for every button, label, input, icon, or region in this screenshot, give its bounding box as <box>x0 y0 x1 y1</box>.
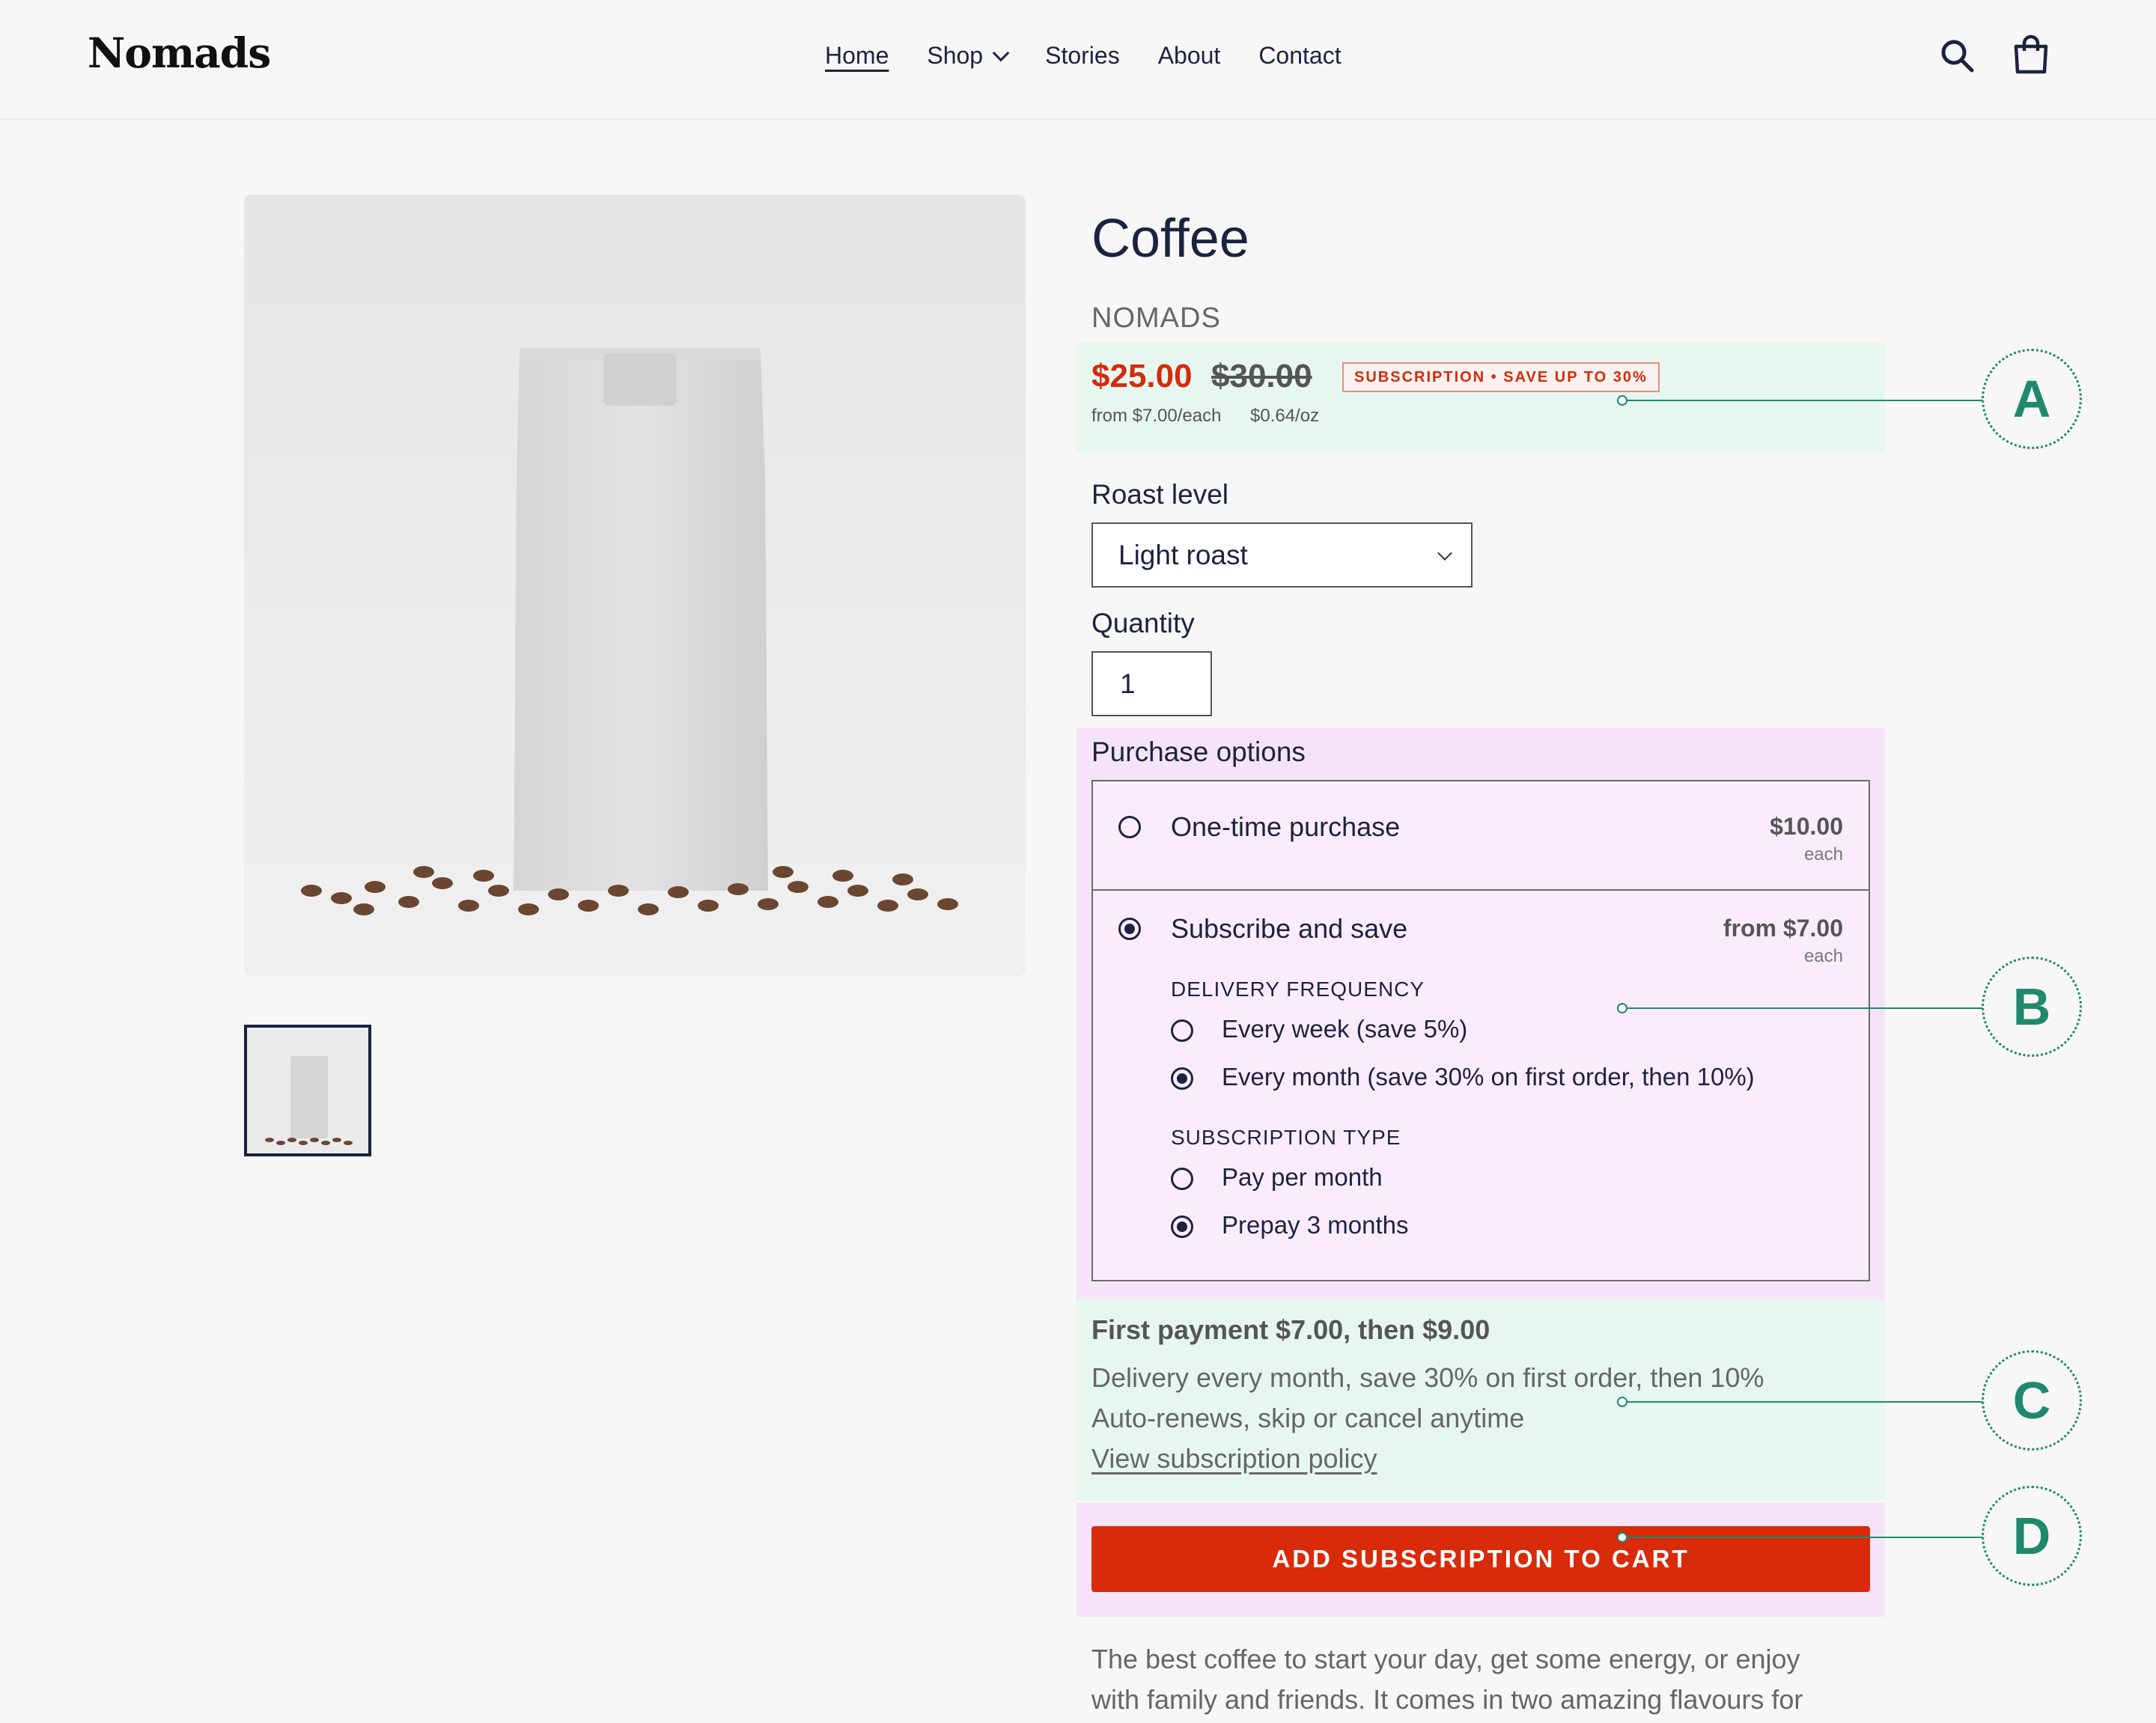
description-line-1: The best coffee to start your day, get s… <box>1091 1644 1800 1674</box>
type-prepay-label[interactable]: Prepay 3 months <box>1222 1211 1408 1239</box>
roast-label: Roast level <box>1091 479 1229 510</box>
product-vendor: NOMADS <box>1091 302 1221 334</box>
frequency-month-radio[interactable] <box>1171 1067 1193 1090</box>
subscribe-label: Subscribe and save <box>1171 913 1408 944</box>
purchase-options-box: One-time purchase $10.00 each Subscribe … <box>1091 780 1870 1281</box>
subscription-policy-link[interactable]: View subscription policy <box>1091 1443 1377 1475</box>
nav-shop[interactable]: Shop <box>927 42 1010 70</box>
sale-price: $25.00 <box>1091 358 1193 394</box>
cart-icon[interactable] <box>2012 34 2050 74</box>
main-nav: Home Shop Stories About Contact <box>825 42 1380 70</box>
chevron-down-icon <box>992 44 1010 61</box>
callout-a-line <box>1621 400 1982 401</box>
callout-d-dot <box>1617 1532 1627 1543</box>
quantity-input[interactable]: 1 <box>1091 651 1212 716</box>
description-line-2: with family and friends. It comes in two… <box>1091 1684 1803 1715</box>
compare-price: $30.00 <box>1211 358 1312 394</box>
coffee-bag-image <box>301 348 958 915</box>
type-prepay-radio[interactable] <box>1171 1216 1193 1238</box>
option-divider <box>1093 889 1869 891</box>
frequency-week-radio[interactable] <box>1171 1019 1193 1042</box>
callout-d-line <box>1621 1537 1982 1538</box>
product-thumbnail[interactable] <box>244 1025 371 1156</box>
nav-shop-label: Shop <box>927 42 984 69</box>
subscription-badge: SUBSCRIPTION • SAVE UP TO 30% <box>1342 362 1660 392</box>
one-time-radio[interactable] <box>1118 816 1141 838</box>
search-icon[interactable] <box>1939 37 1976 75</box>
one-time-label: One-time purchase <box>1171 811 1401 842</box>
delivery-frequency-title: DELIVERY FREQUENCY <box>1171 978 1425 1001</box>
subscription-type-title: SUBSCRIPTION TYPE <box>1171 1126 1401 1149</box>
quantity-label: Quantity <box>1091 608 1195 638</box>
product-title: Coffee <box>1091 209 1249 269</box>
site-header: Nomads Home Shop Stories About Contact <box>0 0 2156 120</box>
callout-b-line <box>1621 1007 1982 1009</box>
callout-d: D <box>1982 1486 2082 1586</box>
roast-select-value: Light roast <box>1118 540 1248 570</box>
callout-c-line <box>1621 1401 1982 1403</box>
delivery-summary-text: Delivery every month, save 30% on first … <box>1091 1362 1764 1393</box>
callout-c-dot <box>1617 1397 1627 1407</box>
logo[interactable]: Nomads <box>88 28 271 77</box>
price-zone-highlight <box>1077 343 1885 452</box>
callout-b: B <box>1982 957 2082 1057</box>
callout-a-dot <box>1617 395 1627 406</box>
nav-contact[interactable]: Contact <box>1258 42 1341 70</box>
nav-about[interactable]: About <box>1158 42 1221 70</box>
unit-price-each: from $7.00/each <box>1091 406 1222 426</box>
thumbnail-image <box>265 1056 353 1145</box>
callout-a: A <box>1982 349 2082 449</box>
subscribe-each: each <box>1803 946 1843 966</box>
type-monthly-label[interactable]: Pay per month <box>1222 1163 1383 1192</box>
first-payment-text: First payment $7.00, then $9.00 <box>1091 1314 1490 1345</box>
callout-c: C <box>1982 1350 2082 1451</box>
product-image[interactable] <box>244 195 1026 976</box>
subscribe-price: from $7.00 <box>1723 915 1843 942</box>
frequency-month-label[interactable]: Every month (save 30% on first order, th… <box>1222 1063 1755 1091</box>
callout-b-dot <box>1617 1003 1627 1013</box>
one-time-price: $10.00 <box>1770 813 1843 840</box>
roast-select[interactable]: Light roast <box>1091 522 1473 588</box>
nav-stories[interactable]: Stories <box>1045 42 1120 70</box>
auto-renew-text: Auto-renews, skip or cancel anytime <box>1091 1403 1525 1433</box>
chevron-down-icon <box>1437 546 1452 561</box>
frequency-week-label[interactable]: Every week (save 5%) <box>1222 1015 1467 1043</box>
one-time-each: each <box>1803 844 1843 864</box>
type-monthly-radio[interactable] <box>1171 1168 1193 1190</box>
subscribe-radio[interactable] <box>1118 918 1141 940</box>
purchase-options-label: Purchase options <box>1091 737 1306 767</box>
unit-price-oz: $0.64/oz <box>1250 406 1320 426</box>
nav-home[interactable]: Home <box>825 42 889 70</box>
